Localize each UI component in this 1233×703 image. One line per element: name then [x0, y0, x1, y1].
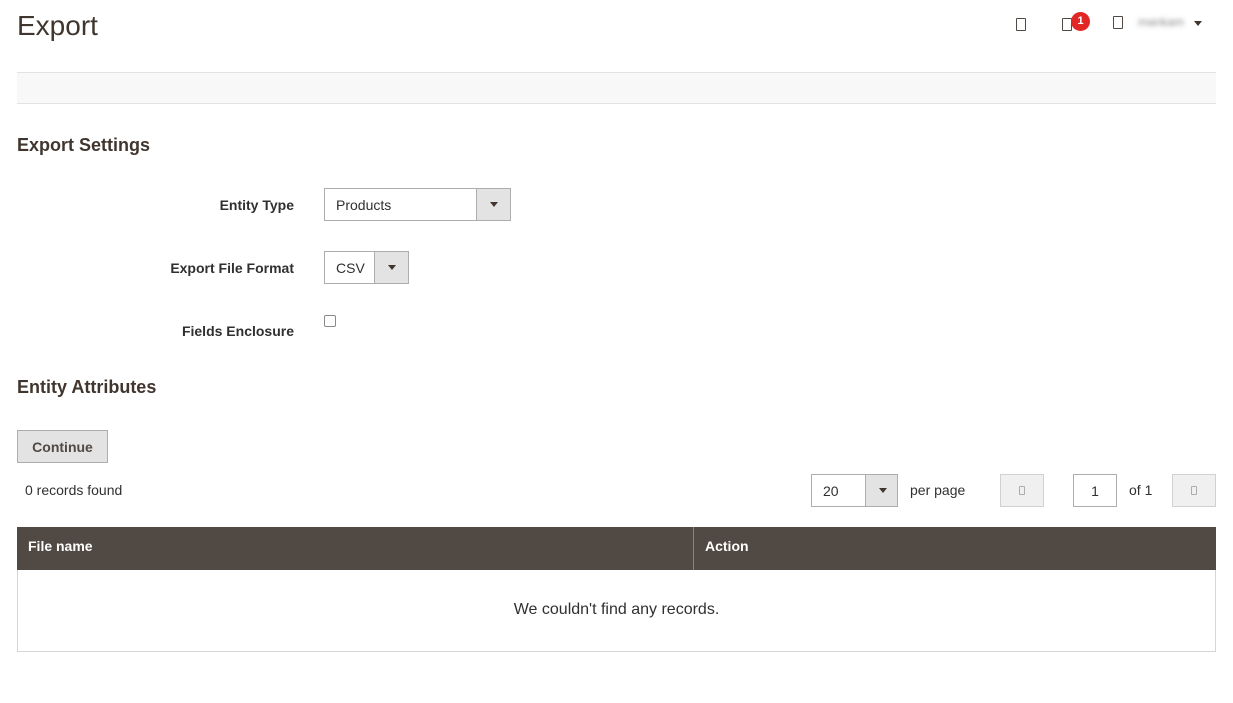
file-format-label: Export File Format	[170, 260, 294, 276]
column-action[interactable]: Action	[694, 527, 1216, 570]
next-page-button[interactable]	[1172, 474, 1216, 507]
records-found: 0 records found	[25, 482, 123, 498]
per-page-value: 20	[823, 483, 839, 499]
entity-type-value: Products	[336, 197, 392, 213]
user-icon[interactable]	[1113, 16, 1123, 29]
empty-message: We couldn't find any records.	[513, 601, 720, 618]
chevron-down-icon[interactable]	[476, 189, 510, 220]
page-number-input[interactable]	[1073, 474, 1117, 507]
notification-badge[interactable]: 1	[1071, 12, 1090, 31]
user-name[interactable]: mankam	[1138, 15, 1184, 29]
chevron-down-icon[interactable]	[865, 475, 897, 506]
file-format-select[interactable]: CSV	[324, 251, 409, 284]
page-title: Export	[17, 10, 98, 41]
entity-type-select[interactable]: Products	[324, 188, 511, 221]
chevron-down-icon[interactable]	[1194, 21, 1202, 26]
dashboard-icon[interactable]	[1016, 18, 1026, 31]
chevron-down-icon[interactable]	[374, 252, 408, 283]
continue-button[interactable]: Continue	[17, 430, 108, 463]
page-total: of 1	[1129, 482, 1153, 498]
export-settings-title: Export Settings	[17, 135, 151, 155]
per-page-select[interactable]: 20	[811, 474, 898, 507]
arrow-right-icon	[1191, 486, 1197, 495]
page-actions-bar	[17, 72, 1216, 104]
entity-attributes-title: Entity Attributes	[17, 377, 157, 397]
arrow-left-icon	[1019, 486, 1025, 495]
file-format-value: CSV	[336, 260, 365, 276]
per-page-label: per page	[910, 482, 966, 498]
column-file-name[interactable]: File name	[17, 527, 694, 570]
grid-header: File name Action	[17, 527, 1216, 570]
fields-enclosure-checkbox[interactable]	[324, 315, 336, 327]
previous-page-button[interactable]	[1000, 474, 1044, 507]
entity-type-label: Entity Type	[219, 197, 294, 213]
export-files-grid: File name Action We couldn't find any re…	[17, 527, 1216, 652]
fields-enclosure-label: Fields Enclosure	[181, 323, 294, 339]
export-page: Export 1 mankam Export Settings Entity T…	[0, 0, 1233, 703]
